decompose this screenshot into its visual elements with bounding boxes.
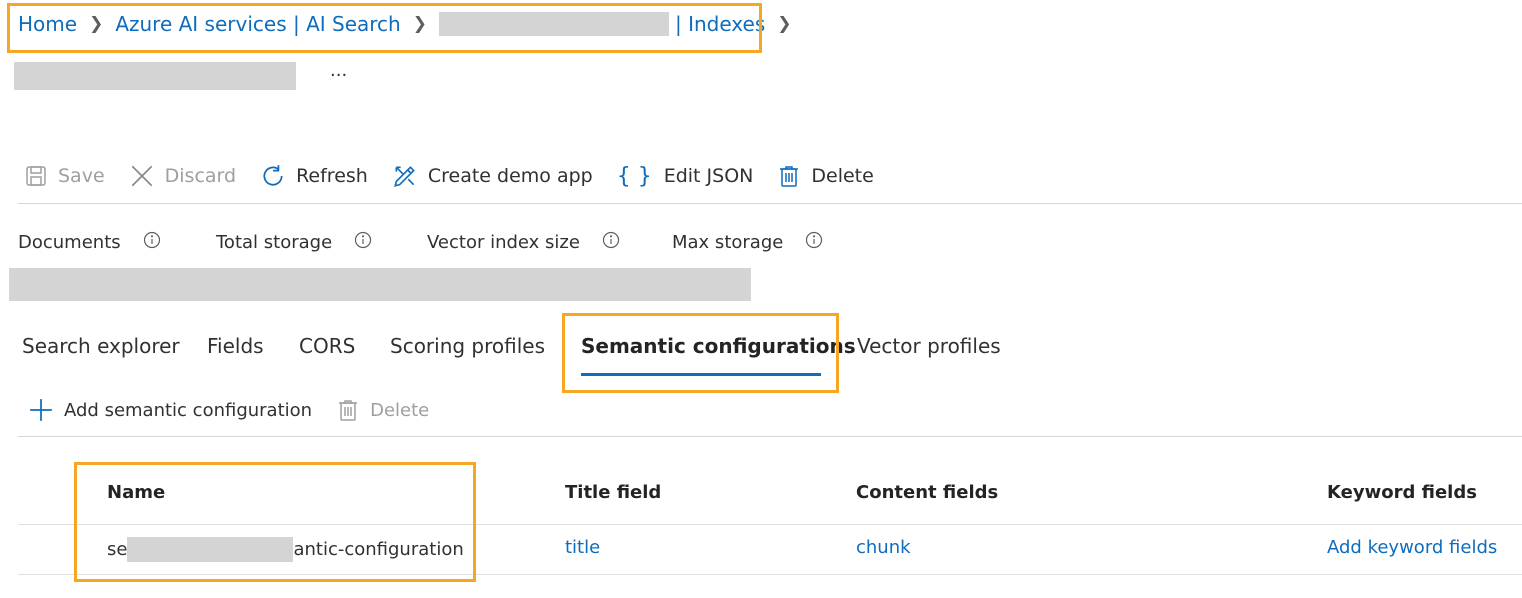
tab-vector-profiles[interactable]: Vector profiles — [857, 334, 1001, 358]
delete-semantic-configuration-label: Delete — [370, 399, 430, 421]
info-icon[interactable] — [354, 231, 372, 249]
delete-index-button[interactable]: Delete — [777, 164, 874, 188]
row-title-field-link[interactable]: title — [565, 537, 600, 558]
metric-values-redacted — [9, 268, 751, 301]
row-content-fields-link[interactable]: chunk — [856, 537, 911, 558]
create-demo-app-label: Create demo app — [427, 165, 593, 187]
save-label: Save — [58, 165, 105, 187]
metric-max-storage: Max storage — [672, 231, 823, 253]
chevron-right-icon: ❯ — [777, 14, 792, 34]
discard-button[interactable]: Discard — [129, 163, 236, 189]
tab-cors[interactable]: CORS — [299, 334, 355, 358]
metric-total-storage: Total storage — [216, 231, 372, 253]
metric-documents: Documents — [18, 231, 161, 253]
name-column-highlight — [74, 462, 476, 582]
edit-json-label: Edit JSON — [663, 165, 754, 187]
semantic-tab-highlight — [562, 313, 839, 393]
close-icon — [131, 165, 152, 187]
refresh-icon — [263, 165, 283, 186]
info-icon[interactable] — [805, 231, 823, 249]
semantic-toolbar: Add semantic configuration Delete — [28, 394, 453, 426]
column-header-content-fields[interactable]: Content fields — [856, 482, 998, 503]
info-icon[interactable] — [143, 231, 161, 249]
row-add-keyword-fields-link[interactable]: Add keyword fields — [1327, 537, 1497, 558]
trash-icon — [780, 166, 799, 187]
braces-icon: { } — [616, 163, 652, 189]
toolbar-divider — [18, 203, 1522, 204]
tab-search-explorer[interactable]: Search explorer — [22, 334, 180, 358]
metric-vector-index-size-label: Vector index size — [427, 232, 580, 253]
save-icon — [26, 166, 46, 186]
metric-vector-index-size: Vector index size — [427, 231, 620, 253]
add-semantic-configuration-button[interactable]: Add semantic configuration — [28, 397, 312, 423]
semantic-toolbar-divider — [18, 436, 1522, 437]
metric-max-storage-label: Max storage — [672, 232, 784, 253]
breadcrumb-highlight — [7, 3, 762, 53]
create-demo-app-button[interactable]: Create demo app — [392, 163, 593, 189]
tab-fields[interactable]: Fields — [207, 334, 264, 358]
refresh-button[interactable]: Refresh — [260, 163, 368, 189]
index-toolbar: Save Discard Refresh Create demo app { }… — [24, 158, 898, 194]
design-tools-icon — [393, 166, 415, 187]
save-button[interactable]: Save — [24, 164, 105, 188]
column-header-keyword-fields[interactable]: Keyword fields — [1327, 482, 1477, 503]
plus-icon — [30, 399, 52, 421]
more-options-button[interactable]: ... — [330, 60, 347, 81]
metric-total-storage-label: Total storage — [216, 232, 333, 253]
trash-icon — [339, 400, 358, 421]
discard-label: Discard — [164, 165, 237, 187]
tab-scoring-profiles[interactable]: Scoring profiles — [390, 334, 545, 358]
edit-json-button[interactable]: { } Edit JSON — [617, 164, 754, 189]
info-icon[interactable] — [602, 231, 620, 249]
delete-label: Delete — [811, 165, 874, 187]
add-semantic-configuration-label: Add semantic configuration — [64, 399, 313, 421]
page-title-redacted — [14, 62, 296, 90]
metric-documents-label: Documents — [18, 232, 121, 253]
column-header-title-field[interactable]: Title field — [565, 482, 661, 503]
refresh-label: Refresh — [296, 165, 368, 187]
delete-semantic-configuration-button[interactable]: Delete — [336, 398, 429, 422]
